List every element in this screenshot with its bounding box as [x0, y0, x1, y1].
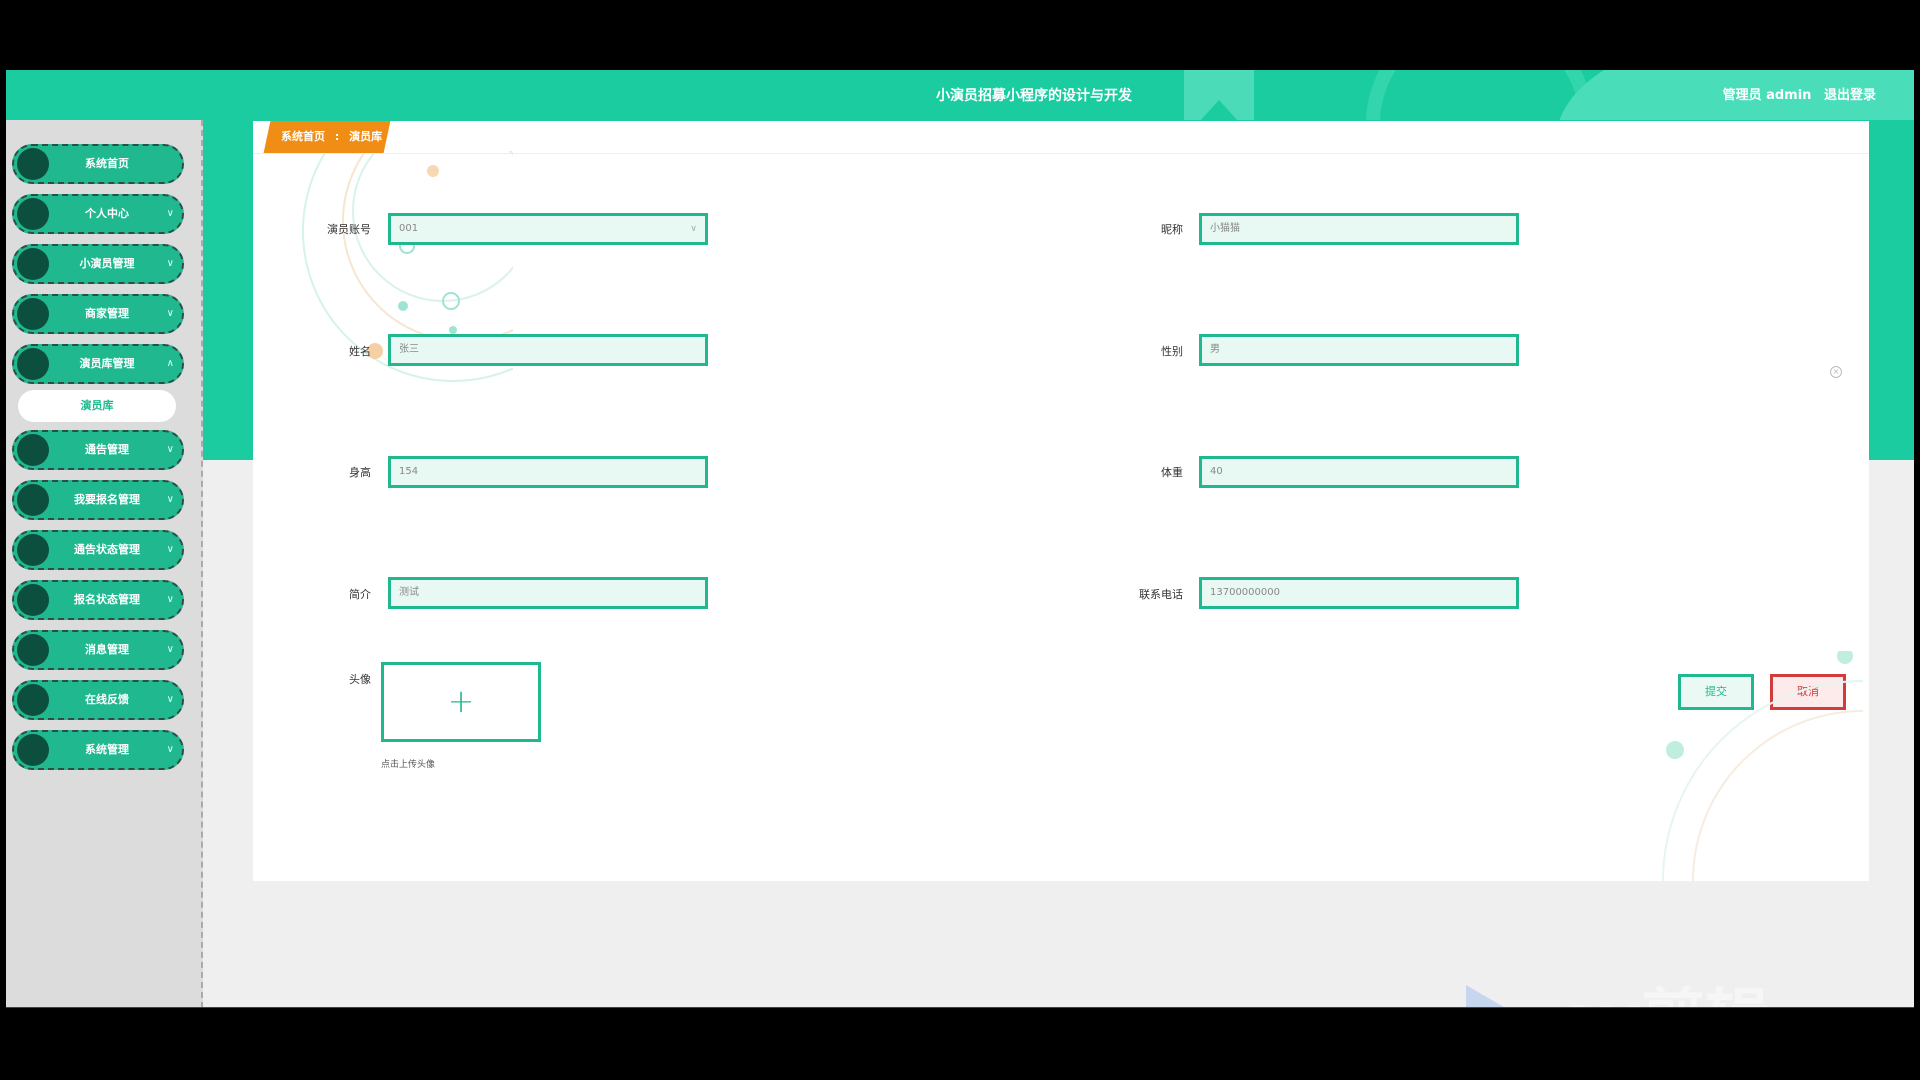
name-input[interactable]: 张三: [388, 334, 708, 366]
avatar-upload-tip: 点击上传头像: [381, 760, 436, 770]
menu-dot-icon: [17, 734, 49, 766]
avatar-label: 头像: [349, 673, 371, 686]
chevron-down-icon: ∨: [166, 644, 174, 655]
sidebar-item-messages[interactable]: 消息管理 ∨: [12, 630, 184, 670]
nickname-label: 昵称: [1161, 223, 1183, 236]
sidebar-item-home[interactable]: 系统首页: [12, 144, 184, 184]
chevron-down-icon: ∨: [166, 744, 174, 755]
menu-dot-icon: [17, 634, 49, 666]
sidebar-item-label: 商家管理: [85, 307, 129, 320]
sidebar-item-label: 在线反馈: [85, 693, 129, 706]
sidebar-item-merchants[interactable]: 商家管理 ∨: [12, 294, 184, 334]
name-value: 张三: [399, 344, 419, 355]
chevron-down-icon: ∨: [166, 694, 174, 705]
weight-value: 40: [1210, 466, 1223, 477]
height-input[interactable]: 154: [388, 456, 708, 488]
account-label: 演员账号: [327, 223, 371, 236]
breadcrumb-divider: [253, 153, 1869, 154]
decorative-circles-right: [1662, 651, 1863, 881]
chevron-down-icon: ∨: [166, 308, 174, 319]
breadcrumb: 系统首页 : 演员库: [263, 121, 391, 153]
menu-dot-icon: [17, 684, 49, 716]
sidebar-item-label: 通告状态管理: [74, 543, 140, 556]
sidebar-item-feedback[interactable]: 在线反馈 ∨: [12, 680, 184, 720]
sidebar-item-label: 系统首页: [85, 157, 129, 170]
header-decoration-tab: [1184, 70, 1254, 122]
account-value: 001: [399, 223, 419, 234]
plus-icon: +: [447, 682, 475, 720]
window-bottom-edge: [6, 1007, 1914, 1008]
breadcrumb-current: 演员库: [349, 130, 383, 143]
chevron-down-icon: ∨: [166, 258, 174, 269]
sidebar-item-label: 通告管理: [85, 443, 129, 456]
menu-dot-icon: [17, 534, 49, 566]
menu-dot-icon: [17, 484, 49, 516]
sidebar-item-actor-library[interactable]: 演员库管理 ∧: [12, 344, 184, 384]
chevron-down-icon: ∨: [166, 544, 174, 555]
nickname-input[interactable]: 小猫猫: [1199, 213, 1519, 245]
sidebar: 系统首页 个人中心 ∨ 小演员管理 ∨ 商家管理 ∨ 演员库管理 ∧ 演员库 通…: [6, 120, 203, 1008]
app-title: 小演员招募小程序的设计与开发: [936, 88, 1132, 104]
height-value: 154: [399, 466, 419, 477]
sidebar-item-label: 消息管理: [85, 643, 129, 656]
top-header: 小演员招募小程序的设计与开发 管理员 admin 退出登录: [6, 70, 1914, 122]
play-logo-icon: [1466, 985, 1506, 1008]
account-select[interactable]: 001 ∨: [388, 213, 708, 245]
menu-dot-icon: [17, 248, 49, 280]
breadcrumb-home[interactable]: 系统首页: [281, 130, 325, 143]
gender-value: 男: [1210, 344, 1220, 355]
breadcrumb-separator: :: [334, 130, 340, 143]
intro-value: 测试: [399, 587, 419, 598]
height-label: 身高: [349, 466, 371, 479]
menu-dot-icon: [17, 198, 49, 230]
menu-dot-icon: [17, 148, 49, 180]
avatar-upload-button[interactable]: +: [381, 662, 541, 742]
sidebar-item-label: 演员库管理: [79, 357, 135, 370]
weight-label: 体重: [1161, 466, 1183, 479]
intro-label: 简介: [349, 588, 371, 601]
header-decoration-ring: [1366, 70, 1594, 122]
watermark: ev剪辑: [1456, 975, 1816, 1008]
sidebar-item-label: 系统管理: [85, 743, 129, 756]
menu-dot-icon: [17, 584, 49, 616]
watermark-text: ev剪辑: [1556, 975, 1769, 1008]
user-area: 管理员 admin 退出登录: [1715, 70, 1876, 122]
sidebar-item-label: 我要报名管理: [74, 493, 140, 506]
name-label: 姓名: [349, 345, 371, 358]
app-window: 小演员招募小程序的设计与开发 管理员 admin 退出登录 系统首页 个人中心 …: [6, 70, 1914, 1008]
sidebar-item-label: 小演员管理: [79, 257, 135, 270]
menu-dot-icon: [17, 348, 49, 380]
chevron-down-icon: ∨: [166, 594, 174, 605]
menu-dot-icon: [17, 298, 49, 330]
user-label: 管理员 admin: [1722, 88, 1812, 103]
phone-input[interactable]: 13700000000: [1199, 577, 1519, 609]
intro-input[interactable]: 测试: [388, 577, 708, 609]
phone-value: 13700000000: [1210, 587, 1280, 598]
chevron-down-icon: ∨: [166, 208, 174, 219]
sidebar-item-actors[interactable]: 小演员管理 ∨: [12, 244, 184, 284]
sidebar-item-notice-status[interactable]: 通告状态管理 ∨: [12, 530, 184, 570]
sidebar-item-system[interactable]: 系统管理 ∨: [12, 730, 184, 770]
decorative-circles: [302, 151, 513, 382]
sidebar-item-profile[interactable]: 个人中心 ∨: [12, 194, 184, 234]
logout-link[interactable]: 退出登录: [1824, 88, 1876, 103]
sidebar-item-signup-status[interactable]: 报名状态管理 ∨: [12, 580, 184, 620]
gender-input[interactable]: 男: [1199, 334, 1519, 366]
chevron-up-icon: ∧: [166, 358, 174, 369]
sidebar-subitem-actor-library[interactable]: 演员库: [18, 390, 176, 422]
sidebar-item-notices[interactable]: 通告管理 ∨: [12, 430, 184, 470]
form-panel: 系统首页 : 演员库 演员账号 001 ∨ 昵称 小猫猫 姓名 张三 性别 男 …: [253, 121, 1869, 881]
sidebar-item-signup[interactable]: 我要报名管理 ∨: [12, 480, 184, 520]
gender-label: 性别: [1161, 345, 1183, 358]
chevron-down-icon: ∨: [690, 224, 697, 234]
chevron-down-icon: ∨: [166, 494, 174, 505]
clear-icon[interactable]: ×: [1830, 366, 1842, 378]
nickname-value: 小猫猫: [1210, 223, 1240, 234]
phone-label: 联系电话: [1139, 588, 1183, 601]
chevron-down-icon: ∨: [166, 444, 174, 455]
sidebar-item-label: 报名状态管理: [74, 593, 140, 606]
menu-dot-icon: [17, 434, 49, 466]
sidebar-item-label: 个人中心: [85, 207, 129, 220]
weight-input[interactable]: 40: [1199, 456, 1519, 488]
